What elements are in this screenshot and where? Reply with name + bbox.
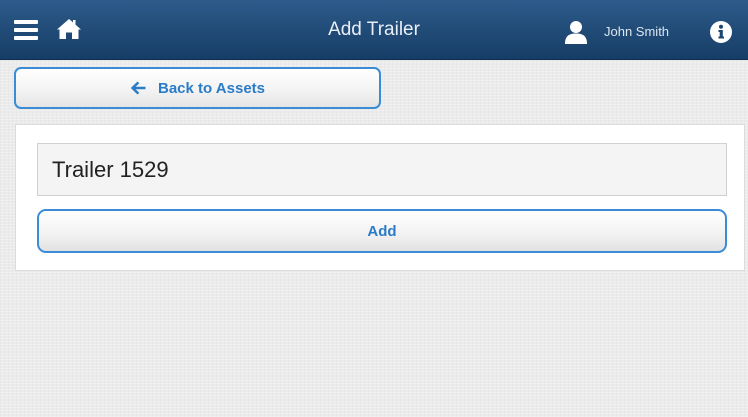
user-name: John Smith xyxy=(604,24,670,39)
back-to-assets-button[interactable]: Back to Assets xyxy=(14,67,381,109)
info-icon[interactable] xyxy=(710,21,732,43)
add-button-label: Add xyxy=(367,222,397,240)
top-app-bar: Add Trailer John Smith xyxy=(0,0,748,60)
add-button[interactable]: Add xyxy=(37,209,727,253)
back-button-label: Back to Assets xyxy=(158,79,265,97)
hamburger-menu-icon[interactable] xyxy=(14,20,38,40)
arrow-left-icon xyxy=(130,81,146,95)
trailer-name-input[interactable] xyxy=(37,143,727,196)
home-icon[interactable] xyxy=(56,17,82,41)
add-trailer-card: Add xyxy=(15,124,745,271)
user-icon xyxy=(564,20,588,44)
